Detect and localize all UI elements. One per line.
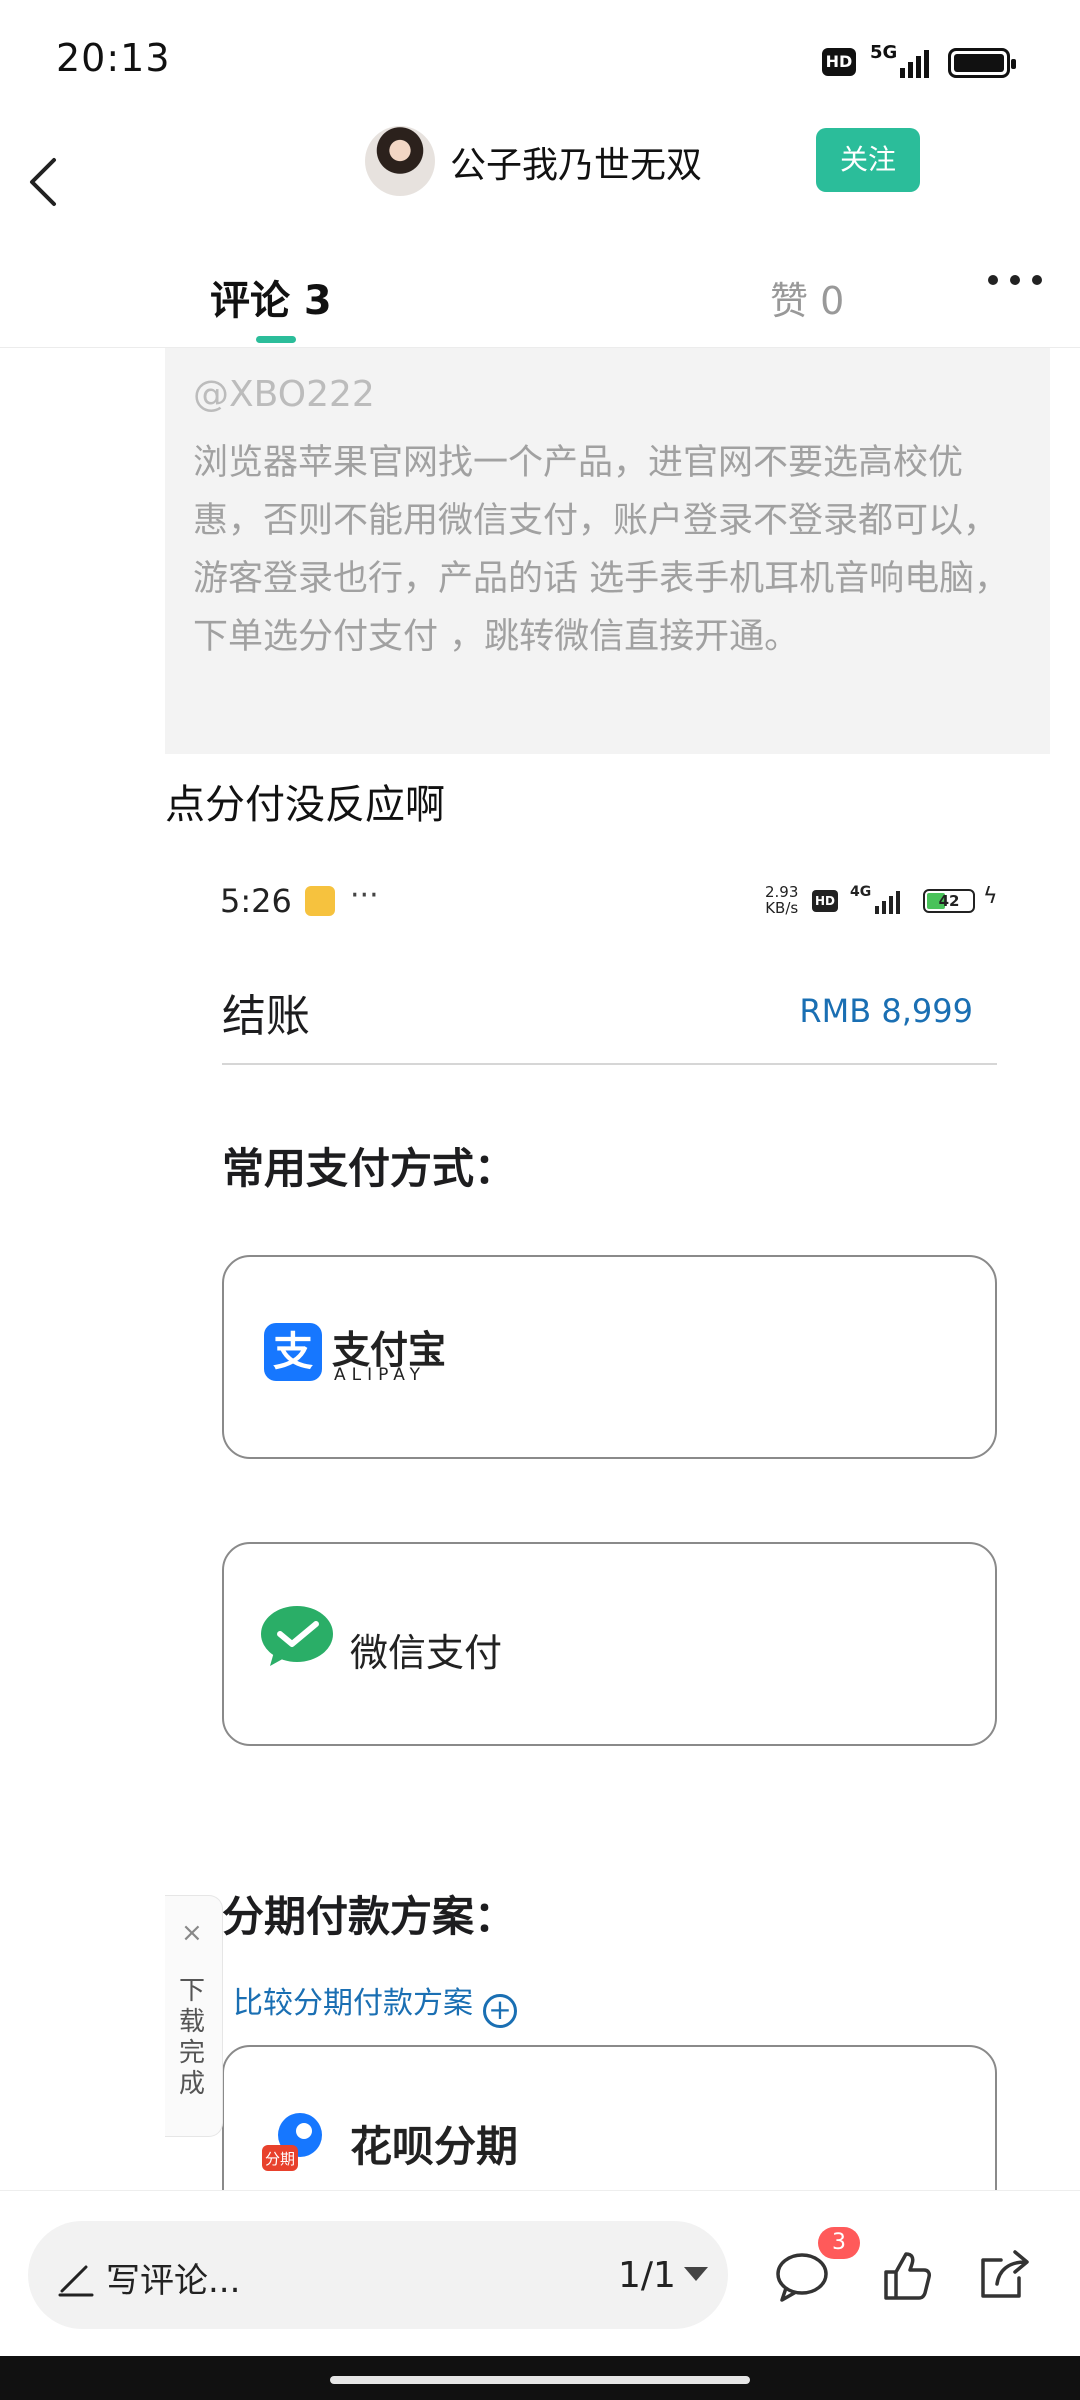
add-circle-icon: +: [483, 1994, 517, 2028]
back-arrow-icon[interactable]: [20, 130, 100, 230]
network-type: 5G: [870, 42, 898, 63]
alipay-logo-icon: 支: [264, 1323, 322, 1381]
alipay-option: 支 支付宝 ALIPAY: [222, 1255, 997, 1459]
huabei-name: 花呗分期: [350, 2122, 519, 2171]
installment-heading: 分期付款方案：: [222, 1892, 517, 1941]
comment-input[interactable]: 写评论... 1/1: [28, 2221, 728, 2329]
tab-comments[interactable]: 评论 3: [210, 268, 332, 343]
bottom-action-bar: 写评论... 1/1 3: [0, 2190, 1080, 2356]
download-complete-label: 下载完成: [179, 1976, 206, 2099]
close-icon[interactable]: ×: [181, 1918, 203, 1948]
divider: [222, 1063, 997, 1065]
embed-status-more: ···: [350, 878, 379, 913]
status-bar: 20:13 HD 5G: [0, 0, 1080, 120]
embedded-screenshot[interactable]: 5:26 ··· 2.93 KB/s HD 4G 42 ϟ 结账 RMB 8,9…: [165, 850, 1060, 2190]
tab-bar: 评论 3 赞 0: [0, 240, 1080, 348]
tab-comments-label: 评论 3: [210, 278, 332, 324]
huabei-logo-glyph: 分期: [265, 2150, 295, 2168]
checkout-price: RMB 8,999: [799, 992, 973, 1030]
huabei-logo-icon: 分期: [262, 2113, 322, 2171]
embed-hd-icon: HD: [812, 890, 838, 912]
comment-placeholder: 写评论...: [106, 2261, 241, 2301]
network-speed-unit: KB/s: [765, 899, 799, 917]
checkout-title: 结账: [222, 991, 310, 1042]
page-indicator[interactable]: 1/1: [618, 2255, 676, 2296]
reply-text: 点分付没反应啊: [165, 782, 445, 828]
compare-installments-label: 比较分期付款方案: [233, 1986, 473, 2021]
wechat-pay-name: 微信支付: [350, 1631, 503, 1675]
system-nav-bar: [0, 2356, 1080, 2400]
charging-icon: ϟ: [983, 884, 998, 909]
embed-network-type: 4G: [850, 884, 872, 900]
huabei-option: 分期 花呗分期: [222, 2045, 997, 2190]
wechat-pay-logo-icon: [261, 1606, 333, 1666]
embed-signal-icon: [875, 891, 900, 914]
comment-count-badge: 3: [818, 2227, 860, 2259]
pen-icon: [58, 2265, 94, 2297]
share-icon[interactable]: [975, 2246, 1035, 2306]
compare-installments-link: 比较分期付款方案 +: [233, 1978, 517, 2028]
status-time: 20:13: [56, 36, 171, 80]
tab-likes[interactable]: 赞 0: [770, 270, 844, 325]
notes-app-icon: [305, 886, 335, 916]
active-tab-indicator: [256, 336, 296, 343]
signal-icon: [900, 50, 929, 78]
download-complete-tab[interactable]: × 下载完成: [165, 1895, 223, 2137]
embed-battery-level: 42: [938, 892, 960, 910]
follow-button[interactable]: 关注: [816, 128, 920, 192]
hd-icon: HD: [822, 48, 856, 76]
wechat-pay-option: 微信支付: [222, 1542, 997, 1746]
battery-icon: [948, 48, 1016, 78]
thumbs-up-icon[interactable]: [878, 2246, 938, 2306]
author-name[interactable]: 公子我乃世无双: [450, 136, 702, 188]
avatar[interactable]: [365, 126, 435, 196]
alipay-subtitle: ALIPAY: [334, 1365, 426, 1385]
network-speed: 2.93 KB/s: [765, 884, 798, 916]
home-indicator[interactable]: [330, 2376, 750, 2384]
embed-status-time: 5:26: [220, 882, 292, 920]
quoted-comment-user[interactable]: @XBO222: [193, 374, 375, 415]
quoted-comment-text: 浏览器苹果官网找一个产品，进官网不要选高校优惠，否则不能用微信支付，账户登录不登…: [193, 443, 1010, 657]
network-speed-value: 2.93: [765, 883, 799, 901]
payment-methods-heading: 常用支付方式：: [222, 1144, 517, 1193]
chevron-down-icon[interactable]: [684, 2267, 708, 2281]
quoted-comment[interactable]: @XBO222 浏览器苹果官网找一个产品，进官网不要选高校优惠，否则不能用微信支…: [165, 348, 1050, 754]
embed-battery-icon: 42: [923, 889, 975, 913]
